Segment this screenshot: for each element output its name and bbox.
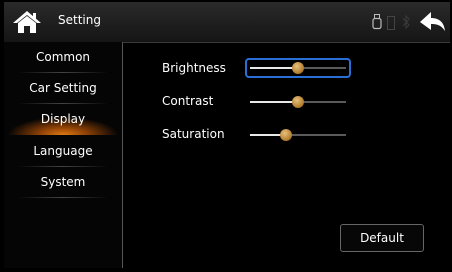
contrast-slider[interactable] (248, 95, 348, 109)
slider-fill (250, 67, 298, 69)
page-title: Setting (58, 13, 101, 27)
sidebar-item-label: Common (35, 50, 91, 64)
phone-icon (387, 15, 395, 30)
home-icon[interactable] (12, 9, 42, 35)
default-button[interactable]: Default (340, 224, 424, 252)
screen: Setting Common Car Setting Display Langu… (4, 2, 450, 268)
divider (14, 197, 112, 198)
brightness-slider[interactable] (245, 58, 351, 78)
sidebar: Common Car Setting Display Language Syst… (4, 42, 123, 268)
sidebar-item-label: Language (33, 144, 93, 158)
slider-thumb[interactable] (292, 96, 304, 108)
slider-fill (250, 101, 298, 103)
slider-thumb[interactable] (280, 129, 293, 141)
header-bar: Setting (4, 2, 450, 43)
brightness-label: Brightness (162, 61, 226, 75)
usb-icon (372, 14, 382, 30)
back-arrow-icon[interactable] (418, 10, 446, 34)
sidebar-item-common[interactable]: Common (4, 42, 122, 73)
sidebar-item-language[interactable]: Language (4, 136, 122, 167)
sidebar-item-display[interactable]: Display (4, 104, 122, 135)
contrast-label: Contrast (162, 94, 214, 108)
bluetooth-icon (402, 14, 410, 30)
sidebar-item-car-setting[interactable]: Car Setting (4, 73, 122, 104)
sidebar-item-label: Display (40, 112, 86, 126)
sidebar-item-label: System (40, 175, 86, 189)
sidebar-item-label: Car Setting (29, 81, 97, 95)
sidebar-item-system[interactable]: System (4, 167, 122, 198)
saturation-slider[interactable] (248, 128, 348, 142)
slider-thumb[interactable] (292, 62, 304, 74)
saturation-label: Saturation (162, 127, 225, 141)
